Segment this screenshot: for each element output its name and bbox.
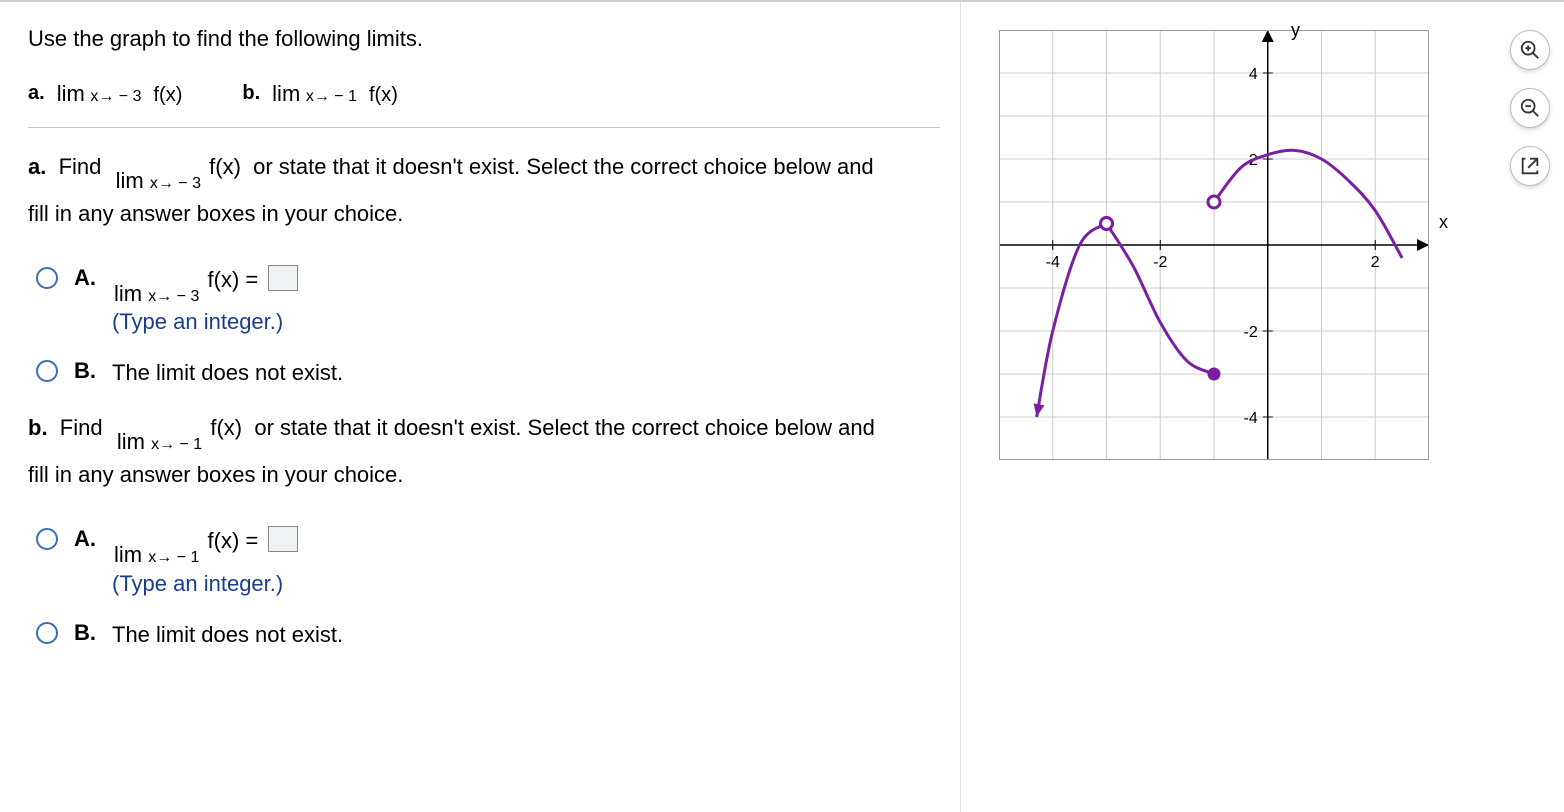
choice-label: A. xyxy=(74,524,96,552)
y-axis-label: y xyxy=(1291,20,1300,41)
qa-b-text: The limit does not exist. xyxy=(112,356,343,389)
svg-text:-2: -2 xyxy=(1244,324,1258,341)
question-a-text: a. Find lim x→ − 3 f(x) or state that it… xyxy=(28,146,940,235)
qa-a-limit: lim x→ − 3 xyxy=(114,282,199,306)
intro-text: Use the graph to find the following limi… xyxy=(28,26,940,52)
radio-icon[interactable] xyxy=(36,528,58,550)
answer-input-b[interactable] xyxy=(268,526,298,552)
qb-a-hint: (Type an integer.) xyxy=(112,567,298,600)
qa-a-hint: (Type an integer.) xyxy=(112,305,298,338)
zoom-out-button[interactable] xyxy=(1510,88,1550,128)
choice-label: B. xyxy=(74,356,96,384)
part-a-label: a. xyxy=(28,82,45,105)
qb-choice-a[interactable]: A. lim x→ − 1 f(x) = (Type an integer.) xyxy=(36,524,940,600)
radio-icon[interactable] xyxy=(36,360,58,382)
qb-b-text: The limit does not exist. xyxy=(112,618,343,651)
zoom-in-icon xyxy=(1519,39,1541,61)
radio-icon[interactable] xyxy=(36,622,58,644)
question-b-text: b. Find lim x→ − 1 f(x) or state that it… xyxy=(28,407,940,496)
x-axis-label: x xyxy=(1439,212,1448,233)
choice-label: B. xyxy=(74,618,96,646)
qa-a-fx: f(x) = xyxy=(208,267,259,292)
part-b-fx: f(x) xyxy=(369,82,398,107)
svg-text:2: 2 xyxy=(1371,254,1380,271)
qa-choice-a[interactable]: A. lim x→ − 3 f(x) = (Type an integer.) xyxy=(36,263,940,339)
function-graph: -4-22-4-224 xyxy=(999,30,1429,460)
qb-choice-b[interactable]: B. The limit does not exist. xyxy=(36,618,940,651)
svg-text:-2: -2 xyxy=(1153,254,1167,271)
divider xyxy=(28,127,940,128)
open-external-button[interactable] xyxy=(1510,146,1550,186)
part-b-label: b. xyxy=(242,82,260,105)
open-external-icon xyxy=(1519,155,1541,177)
choice-label: A. xyxy=(74,263,96,291)
parts-list: a. lim x→ − 3 f(x) b. lim x→ − 1 f(x) xyxy=(28,82,940,107)
zoom-out-icon xyxy=(1519,97,1541,119)
svg-text:-4: -4 xyxy=(1046,254,1060,271)
part-a-limit: lim x→ − 3 xyxy=(57,82,142,106)
qb-a-limit: lim x→ − 1 xyxy=(114,543,199,567)
svg-text:4: 4 xyxy=(1249,66,1258,83)
qa-choice-b[interactable]: B. The limit does not exist. xyxy=(36,356,940,389)
radio-icon[interactable] xyxy=(36,267,58,289)
part-b-limit: lim x→ − 1 xyxy=(272,82,357,106)
zoom-in-button[interactable] xyxy=(1510,30,1550,70)
qb-a-fx: f(x) = xyxy=(208,528,259,553)
answer-input-a[interactable] xyxy=(268,265,298,291)
part-a-fx: f(x) xyxy=(154,82,183,107)
svg-text:-4: -4 xyxy=(1244,410,1258,427)
